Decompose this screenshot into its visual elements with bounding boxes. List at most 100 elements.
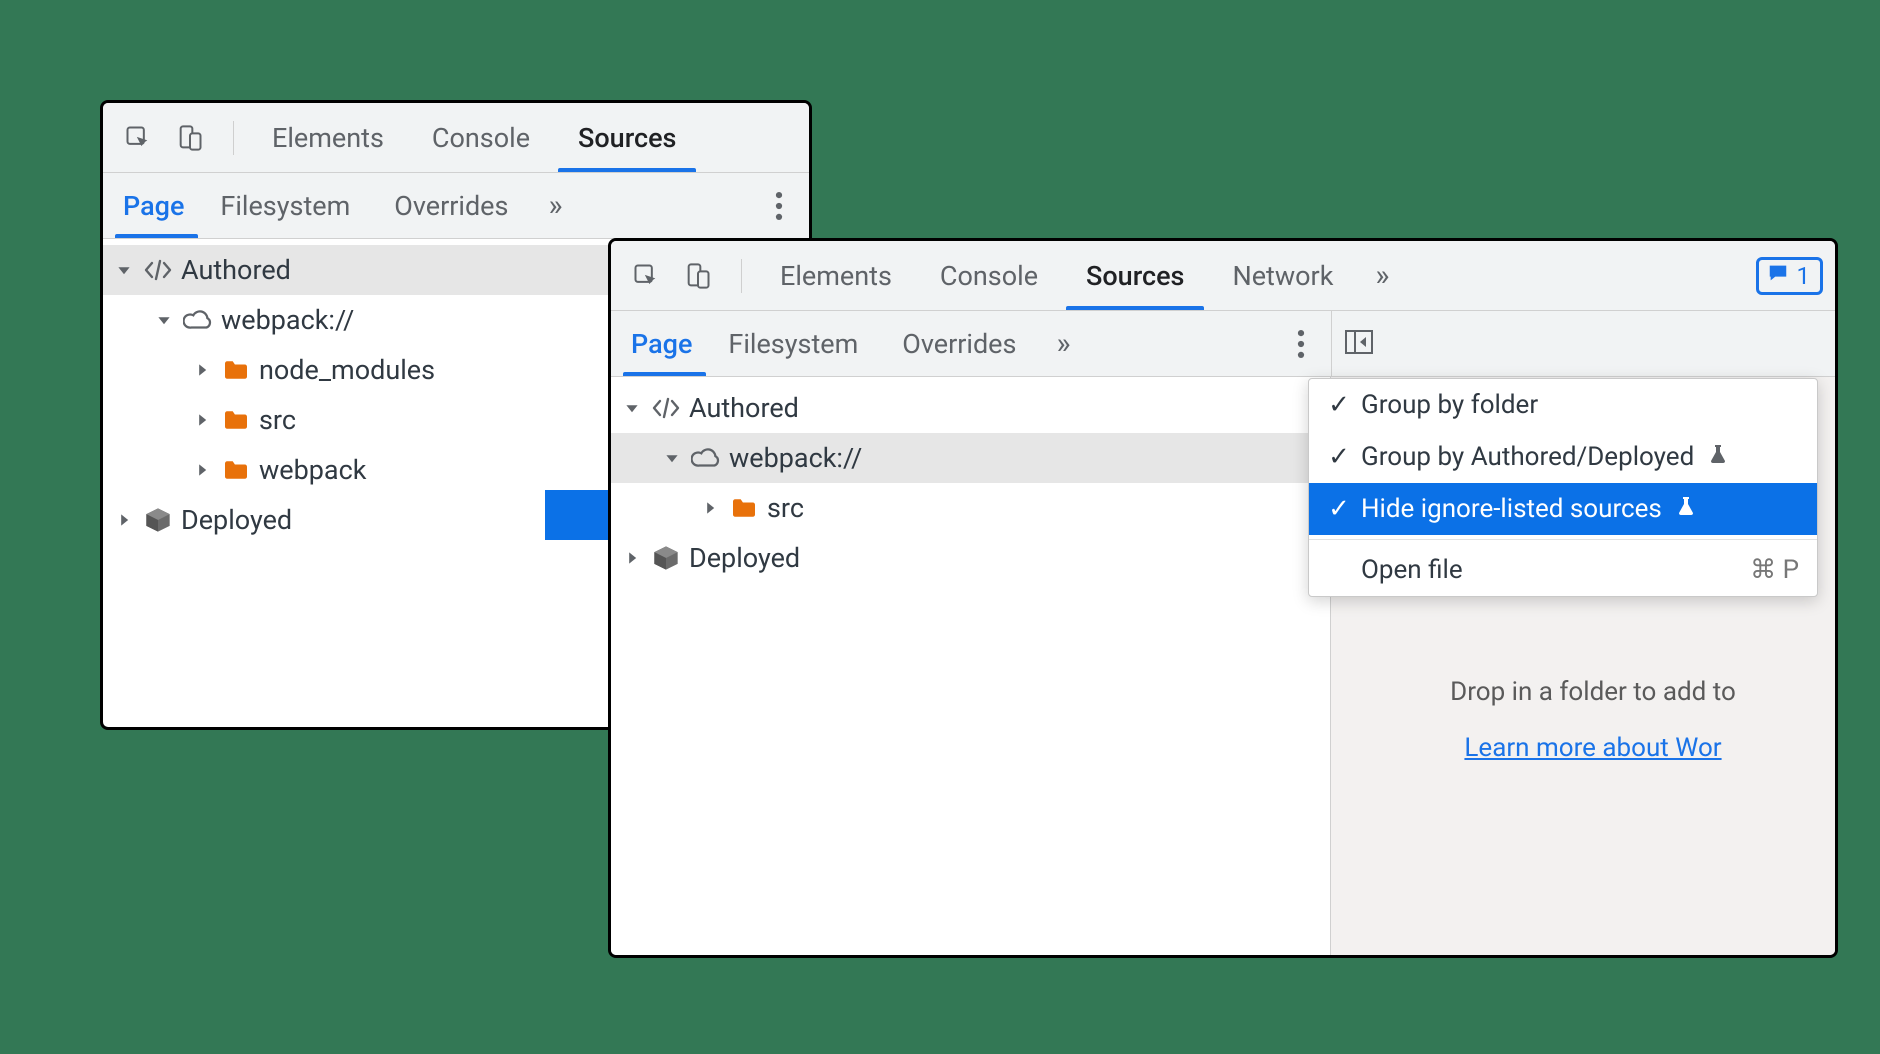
subtab-label: Filesystem [728,328,858,360]
file-tree: Authored webpack:// src Deployed [611,377,1331,955]
check-icon: ✓ [1327,442,1351,472]
tab-console[interactable]: Console [916,241,1062,310]
subtab-label: Filesystem [220,190,350,222]
subtab-label: Page [123,190,184,222]
tree-label: webpack:// [729,442,862,474]
disclosure-closed-icon [113,509,135,531]
separator [741,259,742,293]
code-icon [651,393,681,423]
tab-label: Sources [1086,260,1184,292]
link-text: Learn more about Wor [1464,733,1721,763]
tab-label: Console [940,260,1038,292]
tree-label: webpack:// [221,304,354,336]
folder-icon [221,455,251,485]
tree-node-authored[interactable]: Authored [611,383,1330,433]
disclosure-open-icon [153,309,175,331]
separator [233,121,234,155]
tab-label: Network [1232,260,1333,292]
tab-network[interactable]: Network [1208,241,1357,310]
ctx-item-group-by-folder[interactable]: ✓ Group by folder [1309,379,1817,431]
subtab-filesystem[interactable]: Filesystem [706,311,880,376]
kebab-menu-icon[interactable] [755,182,803,230]
badge-count: 1 [1797,262,1811,290]
editor-toolbar [1331,311,1835,377]
subtab-page[interactable]: Page [623,311,706,376]
folder-icon [221,355,251,385]
tab-label: Sources [578,122,676,154]
disclosure-closed-icon [191,409,213,431]
subtab-overrides[interactable]: Overrides [880,311,1038,376]
tree-label: webpack [259,454,366,486]
tab-sources[interactable]: Sources [554,103,700,172]
subtab-label: Overrides [394,190,508,222]
shortcut-label: ⌘ P [1750,555,1799,585]
disclosure-open-icon [621,397,643,419]
folder-icon [221,405,251,435]
ctx-item-open-file[interactable]: Open file ⌘ P [1309,544,1817,596]
disclosure-closed-icon [699,497,721,519]
kebab-menu-icon[interactable] [1277,320,1325,368]
subtab-filesystem[interactable]: Filesystem [198,173,372,238]
subtab-page[interactable]: Page [115,173,198,238]
context-menu: ✓ Group by folder ✓ Group by Authored/De… [1308,378,1818,597]
tab-sources[interactable]: Sources [1062,241,1208,310]
ctx-label: Group by Authored/Deployed [1361,442,1694,472]
subtab-label: Overrides [902,328,1016,360]
folder-icon [729,493,759,523]
disclosure-closed-icon [191,459,213,481]
code-icon [143,255,173,285]
sources-subtabbar: Page Filesystem Overrides » [103,173,809,239]
more-tabs-icon[interactable]: » [1038,329,1088,359]
more-tabs-icon[interactable]: » [530,191,580,221]
sources-subtabbar: Page Filesystem Overrides » [611,311,1331,377]
ctx-label: Hide ignore-listed sources [1361,494,1662,524]
ctx-item-hide-ignore-listed[interactable]: ✓ Hide ignore-listed sources [1309,483,1817,535]
separator [1309,539,1817,540]
tab-label: Elements [272,122,384,154]
cloud-icon [691,443,721,473]
tree-label: node_modules [259,354,435,386]
tab-label: Elements [780,260,892,292]
main-tabbar: Elements Console Sources [103,103,809,173]
subtab-overrides[interactable]: Overrides [372,173,530,238]
main-tabbar: Elements Console Sources Network » 1 [611,241,1835,311]
experiment-flask-icon [1708,442,1728,472]
cloud-icon [183,305,213,335]
tree-label: Authored [181,254,291,286]
inspect-icon[interactable] [623,253,669,299]
tree-node-deployed[interactable]: Deployed [611,533,1330,583]
disclosure-closed-icon [621,547,643,569]
learn-more-link[interactable]: Learn more about Wor [1464,733,1721,763]
experiment-flask-icon [1676,494,1696,524]
tab-label: Console [432,122,530,154]
ctx-item-group-by-authored[interactable]: ✓ Group by Authored/Deployed [1309,431,1817,483]
tree-label: Deployed [181,504,292,536]
tree-label: Deployed [689,542,800,574]
tab-elements[interactable]: Elements [248,103,408,172]
speech-bubble-icon [1767,262,1789,290]
deploy-box-icon [651,543,681,573]
tab-console[interactable]: Console [408,103,554,172]
disclosure-open-icon [113,259,135,281]
drop-hint-text: Drop in a folder to add to [1371,677,1815,707]
tree-node-folder[interactable]: src [611,483,1330,533]
inspect-icon[interactable] [115,115,161,161]
check-icon: ✓ [1327,390,1351,420]
tab-elements[interactable]: Elements [756,241,916,310]
toggle-navigator-icon[interactable] [1344,329,1374,359]
disclosure-open-icon [661,447,683,469]
check-icon: ✓ [1327,494,1351,524]
subtab-label: Page [631,328,692,360]
more-tabs-icon[interactable]: » [1357,261,1407,291]
disclosure-closed-icon [191,359,213,381]
ctx-label: Open file [1361,555,1463,585]
deploy-box-icon [143,505,173,535]
tree-node-webpack[interactable]: webpack:// [611,433,1330,483]
issues-badge[interactable]: 1 [1756,257,1824,295]
device-toggle-icon[interactable] [167,115,213,161]
ctx-label: Group by folder [1361,390,1538,420]
tree-label: Authored [689,392,799,424]
tree-label: src [259,404,296,436]
device-toggle-icon[interactable] [675,253,721,299]
devtools-panel-after: Elements Console Sources Network » 1 Pag… [608,238,1838,958]
